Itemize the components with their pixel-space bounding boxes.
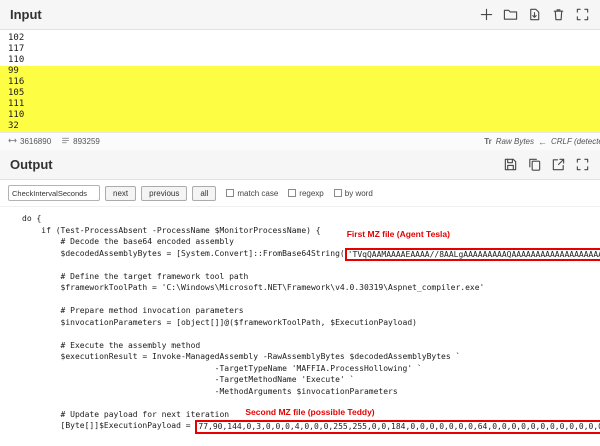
match-case-option: match case (226, 189, 278, 198)
match-case-checkbox[interactable] (226, 189, 234, 197)
status-right-group: Tr Raw Bytes ← CRLF (detected) (484, 137, 600, 147)
code-line: $frameworkToolPath = 'C:\Windows\Microso… (22, 282, 600, 294)
input-line: 102 (0, 33, 600, 44)
input-editor[interactable]: 1021171109911610511111032 (0, 30, 600, 132)
pop-out-icon[interactable] (551, 157, 566, 172)
code-line: -MethodArguments $invocationParameters (22, 386, 600, 398)
cyberchef-io-panels: Input 1021171109911610511111032 (0, 0, 600, 446)
input-title: Input (10, 7, 42, 22)
output-header: Output (0, 150, 600, 180)
output-header-icons (503, 157, 590, 172)
open-folder-icon[interactable] (503, 7, 518, 22)
char-count-icon (8, 136, 17, 147)
code-line: # Decode the base64 encoded assembly (22, 236, 600, 248)
line-ending-icon: ← (538, 137, 547, 147)
code-line: $invocationParameters = [object[]]@($fra… (22, 317, 600, 329)
input-header: Input (0, 0, 600, 30)
code-line: -TargetMethodName 'Execute' ` (22, 374, 600, 386)
fullscreen-icon[interactable] (575, 157, 590, 172)
match-case-label: match case (237, 189, 278, 198)
annotation-label: First MZ file (Agent Tesla) (347, 229, 450, 241)
code-line: # Execute the assembly method (22, 340, 600, 352)
code-line: if (Test-ProcessAbsent -ProcessName $Mon… (22, 225, 600, 237)
save-icon[interactable] (503, 157, 518, 172)
input-line: 116 (0, 77, 600, 88)
code-text: $decodedAssemblyBytes = [System.Convert]… (22, 249, 345, 258)
code-line: $executionResult = Invoke-ManagedAssembl… (22, 351, 600, 363)
highlighted-payload: 'TVqQAAMAAAAEAAAA//8AALgAAAAAAAAAQAAAAAA… (345, 248, 600, 262)
input-header-icons (479, 7, 590, 22)
code-line: [Byte[]]$ExecutionPayload = 77,90,144,0,… (22, 420, 600, 432)
code-line: # Prepare method invocation parameters (22, 305, 600, 317)
highlighted-payload: 77,90,144,0,3,0,0,0,4,0,0,0,255,255,0,0,… (195, 420, 600, 434)
highlight-box-wrap: 77,90,144,0,3,0,0,0,4,0,0,0,255,255,0,0,… (195, 420, 600, 434)
highlight-box-wrap: 'TVqQAAMAAAAEAAAA//8AALgAAAAAAAAAQAAAAAA… (345, 248, 600, 262)
input-line: 32 (0, 121, 600, 132)
input-line: 110 (0, 55, 600, 66)
annotation-label: Second MZ file (possible Teddy) (245, 407, 374, 419)
code-line (22, 294, 600, 306)
input-line: 111 (0, 99, 600, 110)
trash-icon[interactable] (551, 7, 566, 22)
char-count-item: 3616890 (8, 136, 51, 147)
text-render-icon[interactable]: Tr (484, 137, 492, 146)
copy-icon[interactable] (527, 157, 542, 172)
input-line: 105 (0, 88, 600, 99)
maximize-icon[interactable] (575, 7, 590, 22)
code-line: do { (22, 213, 600, 225)
line-count-item: 893259 (61, 136, 100, 147)
find-input[interactable] (8, 185, 100, 201)
encoding-label[interactable]: Raw Bytes (496, 137, 534, 146)
output-find-bar: next previous all match case regexp by w… (0, 180, 600, 207)
output-title: Output (10, 157, 53, 172)
regexp-option: regexp (288, 189, 323, 198)
by-word-checkbox[interactable] (334, 189, 342, 197)
input-status-bar: 3616890 893259 Tr Raw Bytes ← CRLF (dete… (0, 132, 600, 150)
code-text: [Byte[]]$ExecutionPayload = (22, 421, 195, 430)
char-count-value: 3616890 (20, 137, 51, 146)
open-file-icon[interactable] (527, 7, 542, 22)
by-word-option: by word (334, 189, 373, 198)
code-line: # Define the target framework tool path (22, 271, 600, 283)
find-next-button[interactable]: next (105, 186, 136, 201)
line-count-icon (61, 136, 70, 147)
code-line: -TargetTypeName 'MAFFIA.ProcessHollowing… (22, 363, 600, 375)
input-line: 99 (0, 66, 600, 77)
by-word-label: by word (345, 189, 373, 198)
input-line: 110 (0, 110, 600, 121)
input-line: 117 (0, 44, 600, 55)
line-ending-label[interactable]: CRLF (detected) (551, 137, 600, 146)
line-count-value: 893259 (73, 137, 100, 146)
regexp-checkbox[interactable] (288, 189, 296, 197)
code-line (22, 328, 600, 340)
regexp-label: regexp (299, 189, 323, 198)
code-line: $decodedAssemblyBytes = [System.Convert]… (22, 248, 600, 260)
add-input-icon[interactable] (479, 7, 494, 22)
find-all-button[interactable]: all (192, 186, 216, 201)
output-code-area[interactable]: do { if (Test-ProcessAbsent -ProcessName… (0, 207, 600, 446)
find-previous-button[interactable]: previous (141, 186, 187, 201)
